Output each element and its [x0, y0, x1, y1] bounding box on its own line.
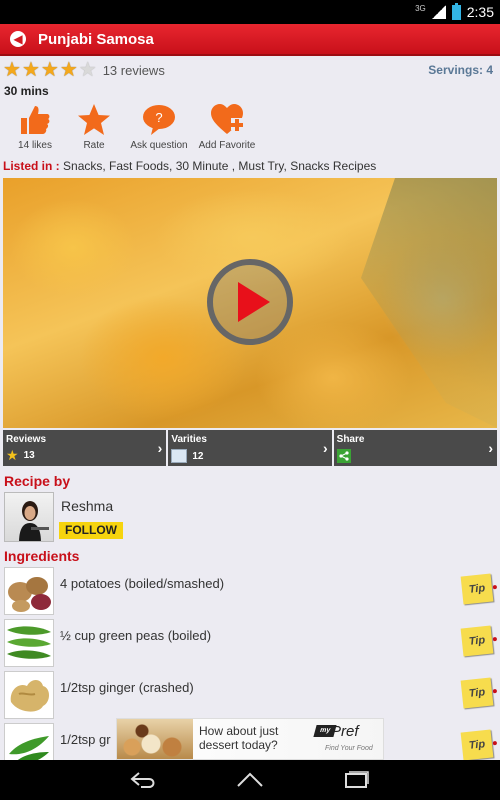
share-icon: [336, 449, 351, 463]
add-favorite-label: Add Favorite: [198, 140, 256, 151]
rate-button[interactable]: Rate: [59, 102, 129, 151]
reviews-tab[interactable]: Reviews ★ 13 ›: [3, 430, 167, 466]
clock: 2:35: [466, 4, 494, 20]
chef-name[interactable]: Reshma: [61, 498, 113, 514]
chevron-right-icon: ›: [322, 440, 328, 456]
tip-button[interactable]: Tip: [460, 573, 494, 605]
star-filled-icon: ★: [3, 59, 21, 81]
tip-button[interactable]: Tip: [460, 729, 494, 761]
chef-avatar[interactable]: [4, 492, 54, 542]
add-favorite-button[interactable]: Add Favorite: [192, 102, 262, 151]
ad-banner[interactable]: How about just dessert today? my Pref Fi…: [116, 718, 384, 760]
ad-logo-brand: Pref: [331, 723, 359, 740]
ingredient-row: 4 potatoes (boiled/smashed) Tip: [4, 567, 498, 617]
reviews-count[interactable]: 13 reviews: [103, 63, 165, 78]
recipe-by-heading: Recipe by: [4, 473, 71, 489]
ad-tagline: Find Your Food: [325, 745, 373, 752]
thumbs-up-icon: [21, 106, 50, 134]
share-tab[interactable]: Share ›: [333, 430, 497, 466]
listed-in-label: Listed in :: [3, 159, 60, 173]
ad-headline: How about just dessert today?: [199, 724, 279, 752]
back-nav-button[interactable]: [126, 768, 162, 792]
question-bubble-icon: ?: [143, 105, 175, 135]
star-icon: [78, 104, 110, 135]
ingredient-row: ½ cup green peas (boiled) Tip: [4, 619, 498, 669]
ingredient-text: ½ cup green peas (boiled): [60, 628, 212, 643]
svg-text:?: ?: [155, 110, 162, 125]
info-bar: Reviews ★ 13 › Varities 12 › Share ›: [3, 430, 497, 466]
varities-tab[interactable]: Varities 12 ›: [168, 430, 332, 466]
ad-image: [117, 719, 193, 759]
star-rating: ★ ★ ★ ★ ★: [3, 60, 97, 80]
heart-plus-icon: [211, 104, 243, 134]
star-filled-icon: ★: [59, 59, 78, 81]
recipe-video[interactable]: [3, 178, 497, 428]
rating-row: ★ ★ ★ ★ ★ 13 reviews Servings: 4: [3, 60, 497, 80]
varities-tab-title: Varities: [171, 434, 207, 445]
star-empty-icon: ★: [78, 59, 97, 81]
ask-question-label: Ask question: [130, 140, 188, 151]
action-buttons: 14 likes Rate ? Ask question Add Favorit…: [0, 102, 270, 158]
ingredient-image: [4, 567, 54, 615]
star-filled-icon: ★: [21, 59, 40, 81]
recents-nav-button[interactable]: [338, 768, 374, 792]
ingredient-text: 4 potatoes (boiled/smashed): [60, 576, 225, 591]
servings-label: Servings: 4: [428, 63, 493, 77]
home-nav-button[interactable]: [232, 768, 268, 792]
ingredient-text: 1/2tsp ginger (crashed): [60, 680, 194, 695]
page-title: Punjabi Samosa: [38, 30, 154, 48]
ingredient-image: [4, 671, 54, 719]
chevron-right-icon: ›: [488, 440, 493, 456]
status-bar: 3G 2:35: [0, 0, 500, 24]
reviews-tab-title: Reviews: [6, 434, 47, 445]
app-bar: ◀ Punjabi Samosa: [0, 24, 500, 56]
recents-icon: [345, 771, 369, 788]
chevron-right-icon: ›: [157, 440, 163, 456]
cook-time: 30 mins: [4, 84, 49, 98]
network-type: 3G: [415, 3, 426, 13]
back-icon[interactable]: ◀: [10, 31, 26, 47]
back-arrow-icon: [130, 772, 155, 788]
rate-label: Rate: [83, 140, 105, 151]
ingredient-image: [4, 619, 54, 667]
tip-button[interactable]: Tip: [460, 677, 494, 709]
tip-button[interactable]: Tip: [460, 625, 494, 657]
ask-question-button[interactable]: ? Ask question: [124, 102, 194, 151]
follow-button[interactable]: FOLLOW: [59, 522, 123, 539]
star-icon: ★: [6, 447, 19, 463]
listed-in: Listed in : Snacks, Fast Foods, 30 Minut…: [3, 159, 376, 173]
signal-icon: [431, 5, 446, 19]
ingredient-row: 1/2tsp ginger (crashed) Tip: [4, 671, 498, 721]
varities-tab-count: 12: [192, 450, 204, 462]
video-thumbnail-leaf: [361, 178, 497, 428]
battery-icon: [451, 2, 461, 20]
ingredient-text: 1/2tsp gr: [60, 732, 111, 747]
document-icon: [171, 449, 188, 463]
navigation-bar: [0, 760, 500, 800]
home-icon: [237, 772, 263, 787]
play-icon[interactable]: [206, 258, 294, 346]
share-tab-title: Share: [336, 434, 365, 445]
ad-logo: my Pref Find Your Food: [313, 723, 375, 757]
star-filled-icon: ★: [40, 59, 59, 81]
reviews-tab-count: 13: [23, 449, 35, 461]
ingredients-heading: Ingredients: [4, 548, 80, 564]
listed-in-categories[interactable]: Snacks, Fast Foods, 30 Minute , Must Try…: [63, 159, 376, 173]
